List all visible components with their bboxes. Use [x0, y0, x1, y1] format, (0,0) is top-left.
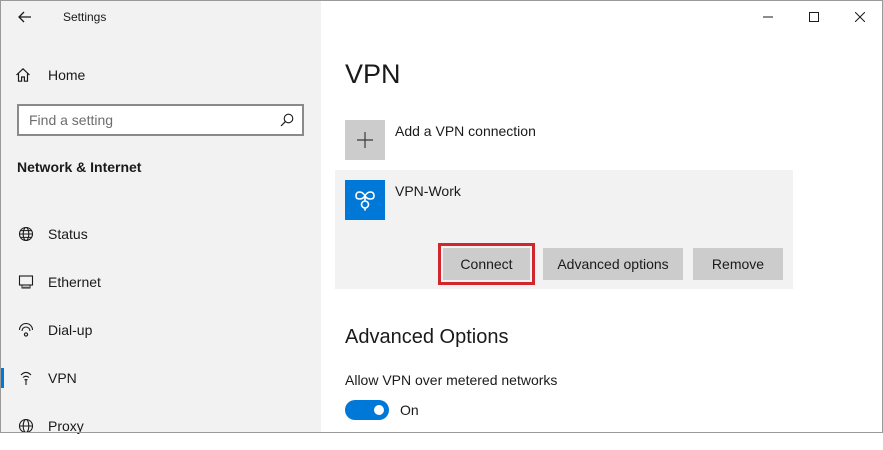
remove-button[interactable]: Remove — [693, 248, 783, 280]
connect-button[interactable]: Connect — [438, 243, 535, 285]
ethernet-icon — [17, 273, 35, 291]
toggle-state-label: On — [400, 402, 419, 418]
maximize-button[interactable] — [791, 0, 837, 34]
close-icon — [855, 12, 865, 22]
vpn-connection-icon — [355, 191, 375, 211]
home-nav-item[interactable]: Home — [14, 63, 85, 87]
sidebar-item-label: Status — [48, 226, 88, 242]
page-title: VPN — [345, 59, 401, 89]
toggle-knob — [374, 405, 384, 415]
sidebar-item-proxy[interactable]: Proxy — [0, 402, 321, 450]
back-arrow-icon — [18, 11, 31, 23]
add-vpn-connection[interactable]: Add a VPN connection — [345, 120, 805, 160]
home-label: Home — [48, 67, 86, 83]
close-button[interactable] — [837, 0, 883, 34]
search-input[interactable] — [29, 111, 269, 129]
vpn-connection-tile — [345, 180, 385, 220]
proxy-globe-icon — [17, 417, 35, 435]
minimize-icon — [763, 16, 773, 18]
globe-icon — [17, 225, 35, 243]
metered-networks-toggle[interactable] — [345, 400, 389, 420]
app-title: Settings — [63, 10, 107, 24]
vpn-connection-card[interactable]: VPN-Work Connect Advanced options Remove — [335, 170, 793, 289]
search-box[interactable] — [17, 104, 304, 136]
minimize-button[interactable] — [745, 0, 791, 34]
sidebar-item-label: Dial-up — [48, 322, 93, 338]
section-heading: Network & Internet — [17, 159, 142, 175]
metered-networks-label: Allow VPN over metered networks — [345, 372, 558, 388]
vpn-icon — [17, 369, 35, 387]
sidebar-item-label: VPN — [48, 370, 77, 386]
sidebar: Settings Home Network & Internet Stat — [0, 0, 321, 434]
dial-up-icon — [17, 321, 35, 339]
sidebar-item-label: Ethernet — [48, 274, 101, 290]
search-icon[interactable] — [279, 112, 295, 128]
main-content: VPN Add a VPN connection VPN-Work Connec… — [321, 0, 883, 433]
maximize-icon — [809, 12, 819, 22]
vpn-connection-name: VPN-Work — [395, 183, 461, 199]
sidebar-item-dial-up[interactable]: Dial-up — [0, 306, 321, 354]
selection-indicator — [0, 368, 4, 388]
add-tile[interactable] — [345, 120, 385, 160]
sidebar-item-label: Proxy — [48, 418, 84, 434]
add-vpn-label: Add a VPN connection — [395, 123, 536, 139]
sidebar-item-vpn[interactable]: VPN — [0, 354, 321, 402]
nav-list: Status Ethernet Dial-up VPN Proxy — [0, 210, 321, 450]
plus-icon — [357, 132, 373, 148]
home-icon — [14, 66, 32, 84]
advanced-options-heading: Advanced Options — [345, 326, 509, 348]
sidebar-item-status[interactable]: Status — [0, 210, 321, 258]
back-button[interactable] — [14, 6, 36, 28]
advanced-options-button[interactable]: Advanced options — [543, 248, 683, 280]
sidebar-item-ethernet[interactable]: Ethernet — [0, 258, 321, 306]
